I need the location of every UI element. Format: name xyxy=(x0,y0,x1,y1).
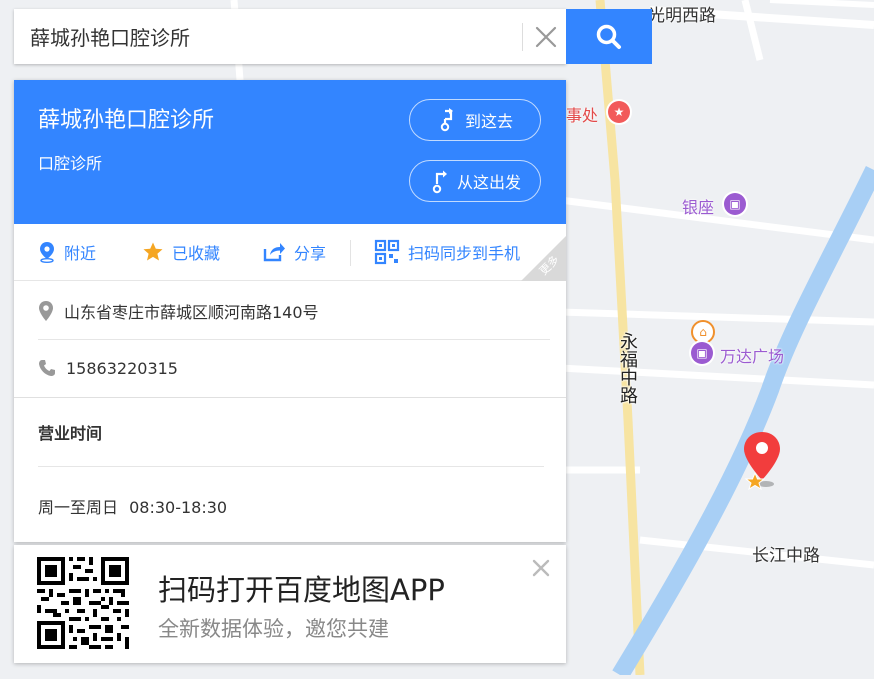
map-pin-icon xyxy=(39,300,53,321)
poi-label-yinzuo[interactable]: 银座 xyxy=(682,194,714,218)
qr-code-icon xyxy=(374,239,400,265)
nearby-label: 附近 xyxy=(64,244,97,263)
place-info-card: 薛城孙艳口腔诊所 口腔诊所 到这去 从这出发 附近 已收藏 分享 扫码同步到手机… xyxy=(14,80,566,542)
route-to-label: 到这去 xyxy=(464,112,513,131)
share-button[interactable]: 分享 xyxy=(262,224,326,280)
sync-to-phone-button[interactable]: 扫码同步到手机 xyxy=(374,224,520,280)
hours-divider xyxy=(38,466,544,467)
star-poi-icon[interactable]: ★ xyxy=(608,101,630,123)
share-icon xyxy=(263,243,285,262)
route-to-icon xyxy=(440,108,453,132)
phone-icon xyxy=(39,360,55,376)
app-promo-banner: 扫码打开百度地图APP 全新数据体验，邀您共建 xyxy=(14,545,566,663)
close-icon xyxy=(535,26,557,48)
search-bar xyxy=(14,9,566,64)
search-divider xyxy=(522,23,523,51)
search-icon xyxy=(596,24,621,49)
search-button[interactable] xyxy=(566,9,652,64)
route-from-label: 从这出发 xyxy=(456,173,521,192)
star-icon xyxy=(143,242,163,261)
location-marker-icon[interactable] xyxy=(738,428,788,492)
favorite-button[interactable]: 已收藏 xyxy=(142,224,220,280)
promo-title: 扫码打开百度地图APP xyxy=(158,573,445,607)
road-label-changjiang: 长江中路 xyxy=(752,546,820,566)
hours-time: 08:30-18:30 xyxy=(129,498,228,517)
nearby-button[interactable]: 附近 xyxy=(38,224,96,280)
promo-subtitle: 全新数据体验，邀您共建 xyxy=(158,617,389,641)
home-poi-icon[interactable]: ⌂ xyxy=(691,320,715,344)
more-button[interactable]: 更多 xyxy=(521,236,566,281)
phone-row: 15863220315 xyxy=(38,339,550,397)
promo-close-button[interactable] xyxy=(530,557,552,579)
app-qr-code xyxy=(37,557,129,649)
place-name: 薛城孙艳口腔诊所 xyxy=(38,108,215,133)
place-category: 口腔诊所 xyxy=(38,154,103,173)
sync-label: 扫码同步到手机 xyxy=(408,244,521,263)
address-row: 山东省枣庄市薛城区顺河南路140号 xyxy=(38,282,550,340)
road-label-guangming: 光明西路 xyxy=(648,6,716,26)
action-separator xyxy=(350,240,351,266)
route-from-button[interactable]: 从这出发 xyxy=(409,160,541,202)
clear-search-button[interactable] xyxy=(524,9,566,64)
search-input[interactable] xyxy=(14,9,508,64)
card-header: 薛城孙艳口腔诊所 口腔诊所 到这去 从这出发 xyxy=(14,80,566,224)
location-pin-icon xyxy=(40,242,54,263)
close-icon xyxy=(532,559,550,577)
favorite-label: 已收藏 xyxy=(172,244,221,263)
poi-label-office[interactable]: 事处 xyxy=(566,102,598,126)
hours-days: 周一至周日 xyxy=(38,498,119,517)
action-row: 附近 已收藏 分享 扫码同步到手机 更多 xyxy=(14,224,566,281)
shopping-bag-icon-2[interactable]: ▣ xyxy=(691,342,713,364)
route-from-icon xyxy=(432,170,447,194)
hours-title: 营业时间 xyxy=(38,424,103,443)
road-label-yongfu: 永福中路 xyxy=(617,332,638,404)
shopping-bag-icon[interactable]: ▣ xyxy=(724,193,746,215)
business-hours-section: 营业时间 周一至周日 08:30-18:30 xyxy=(14,397,566,543)
share-label: 分享 xyxy=(294,244,327,263)
poi-label-wanda[interactable]: 万达广场 xyxy=(720,343,784,367)
hours-row: 周一至周日 08:30-18:30 xyxy=(38,494,227,518)
phone-number[interactable]: 15863220315 xyxy=(66,359,178,378)
route-to-button[interactable]: 到这去 xyxy=(409,99,541,141)
address-text: 山东省枣庄市薛城区顺河南路140号 xyxy=(64,302,319,322)
